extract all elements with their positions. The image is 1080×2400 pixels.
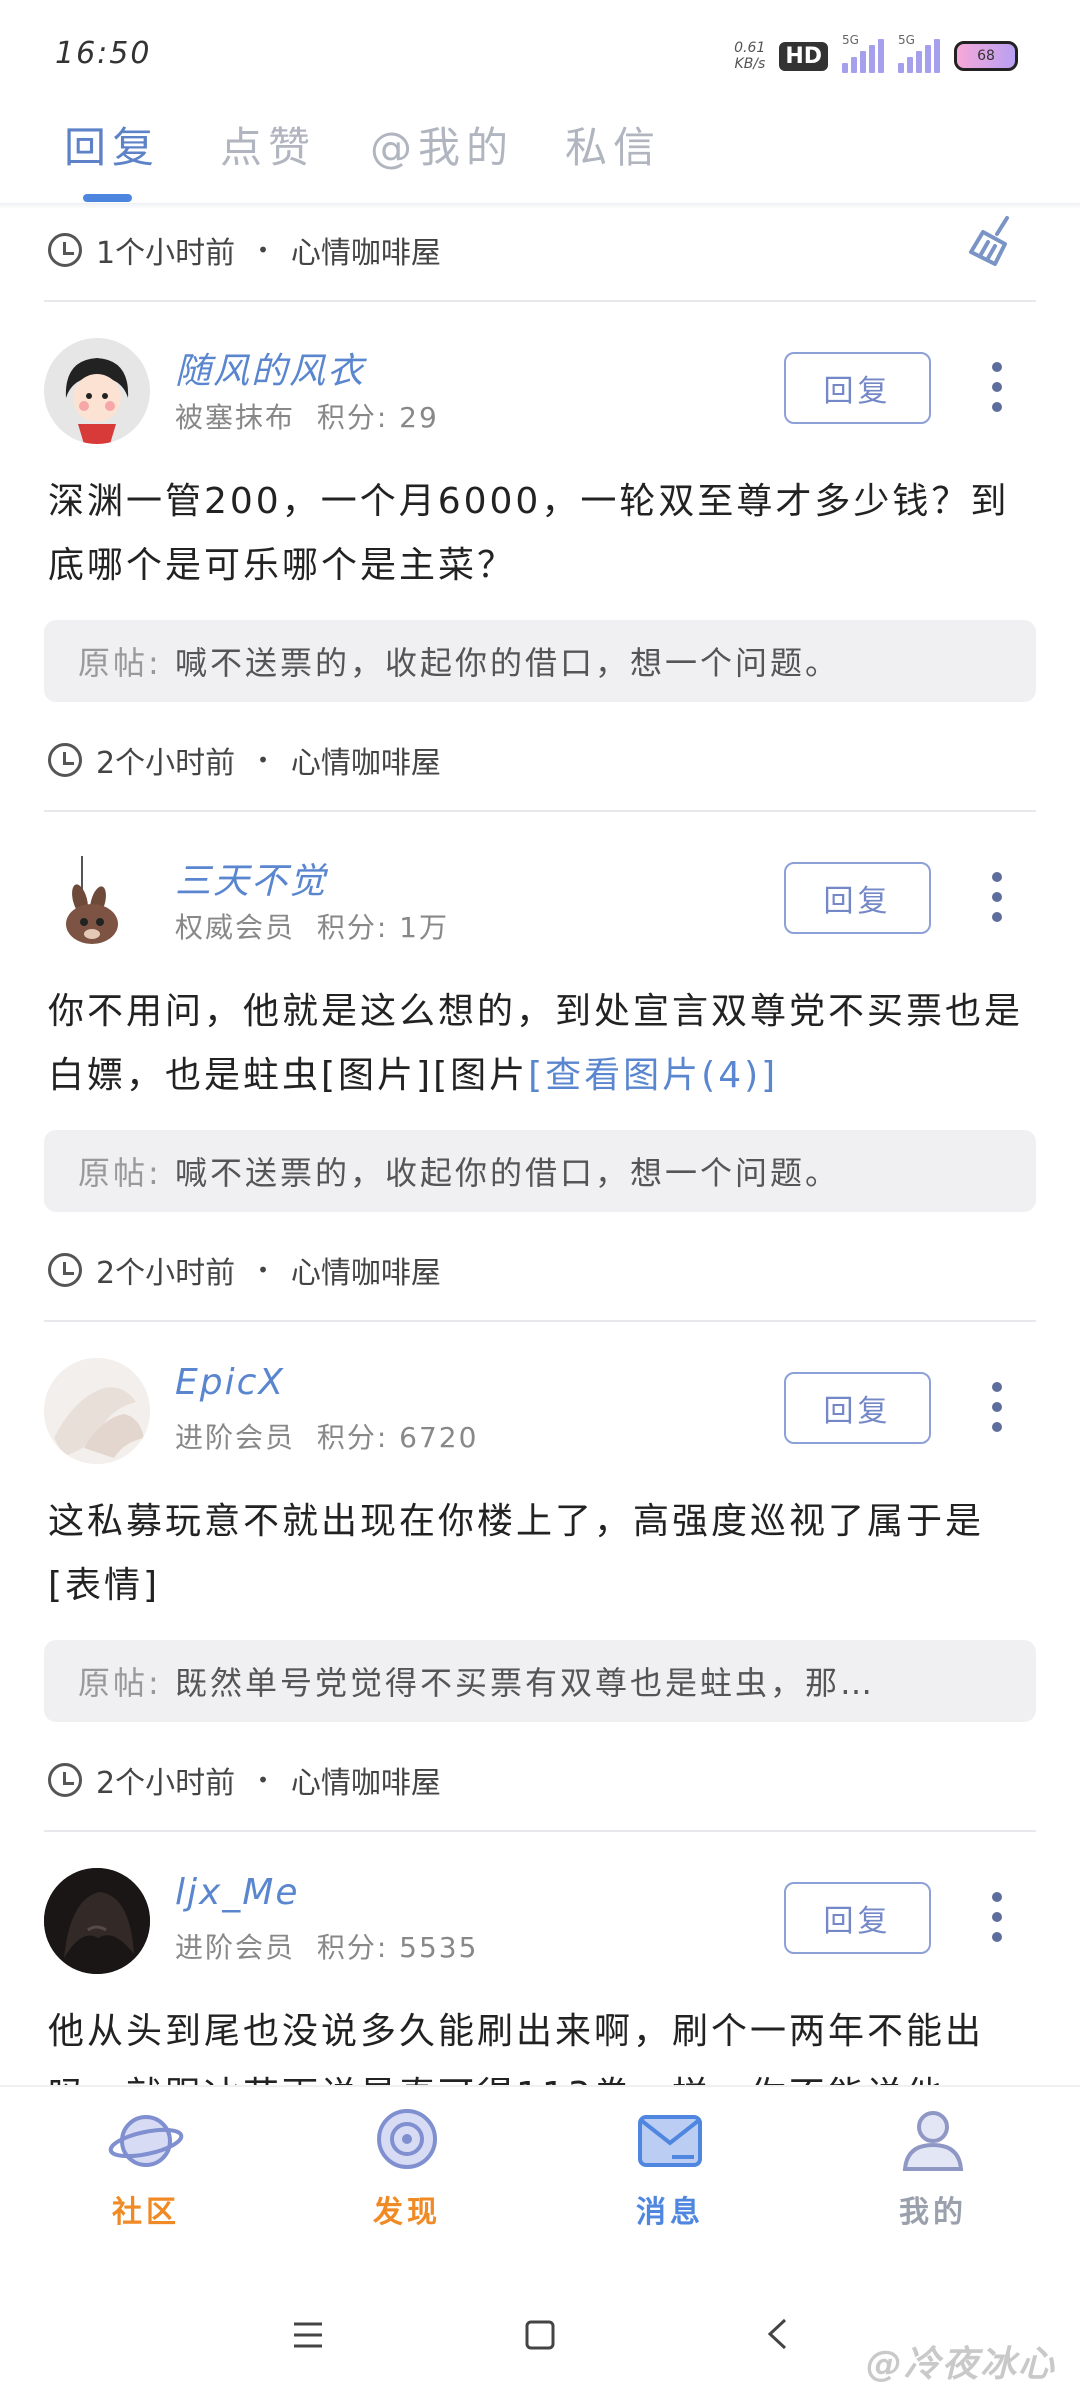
avatar[interactable] <box>44 848 150 954</box>
planet-icon <box>108 2115 184 2167</box>
divider <box>44 1830 1036 1832</box>
post-board[interactable]: 心情咖啡屋 <box>291 1758 441 1802</box>
reply-button[interactable]: 回复 <box>784 352 931 424</box>
reply-button[interactable]: 回复 <box>784 862 931 934</box>
user-rank: 进阶会员 积分: 5535 <box>175 1931 479 1964</box>
user-icon <box>902 2111 964 2171</box>
clock-time: 16:50 <box>55 36 152 71</box>
user-rank: 被塞抹布 积分: 29 <box>175 401 439 434</box>
clock-icon <box>48 743 82 777</box>
nav-messages[interactable]: 消息 <box>590 2107 750 2231</box>
reply-content[interactable]: 深渊一管200，一个月6000，一轮双至尊才多少钱？到底哪个是可乐哪个是主菜？ <box>48 470 1038 598</box>
clock-icon <box>48 233 82 267</box>
reply-button[interactable]: 回复 <box>784 1882 931 1954</box>
tab-private-message[interactable]: 私信 <box>565 114 661 175</box>
post-meta: 2个小时前 • 心情咖啡屋 <box>48 1245 441 1295</box>
post-time: 2个小时前 <box>96 1256 236 1291</box>
separator-dot: • <box>257 1258 269 1282</box>
avatar-image <box>44 1868 150 1974</box>
reply-content[interactable]: 他从头到尾也没说多久能刷出来啊，刷个一两年不能出吗，就跟冰花雨说是真可得113卷… <box>48 2000 1038 2085</box>
back-icon[interactable] <box>765 2317 789 2351</box>
divider <box>44 1320 1036 1322</box>
battery-level: 68 <box>977 48 995 64</box>
nav-label: 我的 <box>899 2195 967 2230</box>
post-board[interactable]: 心情咖啡屋 <box>291 228 441 272</box>
divider <box>44 810 1036 812</box>
username[interactable]: ljx_Me <box>175 1872 300 1913</box>
original-post-quote[interactable]: 原帖: 喊不送票的，收起你的借口，想一个问题。 <box>44 620 1036 702</box>
more-options-icon[interactable] <box>990 1382 1004 1432</box>
avatar[interactable] <box>44 1868 150 1974</box>
post-time: 2个小时前 <box>96 1766 236 1801</box>
post-meta: 2个小时前 • 心情咖啡屋 <box>48 1755 441 1805</box>
clock-icon <box>48 1253 82 1287</box>
original-post-quote[interactable]: 原帖: 喊不送票的，收起你的借口，想一个问题。 <box>44 1130 1036 1212</box>
status-bar: 16:50 0.61 KB/s HD 5G 5G 68 <box>0 0 1080 100</box>
tab-mentions[interactable]: @我的 <box>370 114 514 175</box>
tab-reply[interactable]: 回复 <box>64 114 160 175</box>
separator-dot: • <box>257 238 269 262</box>
nav-discover[interactable]: 发现 <box>327 2107 487 2231</box>
signal-icon: 5G <box>842 33 884 73</box>
avatar[interactable] <box>44 338 150 444</box>
watermark: @冷夜冰心 <box>865 2344 1056 2385</box>
user-rank: 进阶会员 积分: 6720 <box>175 1421 479 1454</box>
separator-dot: • <box>257 748 269 772</box>
home-icon[interactable] <box>524 2319 556 2351</box>
more-options-icon[interactable] <box>990 362 1004 412</box>
status-icons: 0.61 KB/s HD 5G 5G 68 <box>734 33 1018 78</box>
username[interactable]: 三天不觉 <box>175 852 327 904</box>
hd-voice-icon: HD <box>779 41 828 71</box>
net-speed: 0.61 KB/s <box>734 40 766 72</box>
avatar-image <box>44 338 150 444</box>
reply-content[interactable]: 你不用问，他就是这么想的，到处宣言双尊党不买票也是白嫖，也是蛀虫[图片][图片[… <box>48 980 1038 1108</box>
post-meta: 1个小时前 • 心情咖啡屋 <box>48 225 441 275</box>
battery-icon: 68 <box>954 41 1018 71</box>
nav-label: 社区 <box>112 2195 180 2230</box>
post-time: 2个小时前 <box>96 746 236 781</box>
clock-icon <box>48 1763 82 1797</box>
view-images-link[interactable]: [查看图片(4)] <box>528 1055 778 1096</box>
nav-community[interactable]: 社区 <box>66 2107 226 2231</box>
more-options-icon[interactable] <box>990 872 1004 922</box>
post-board[interactable]: 心情咖啡屋 <box>291 738 441 782</box>
reply-list[interactable]: 1个小时前 • 心情咖啡屋 随风的风衣 被塞抹布 积分: 29 回复 深渊一管2… <box>0 205 1080 2085</box>
signal-icon-2: 5G <box>898 33 940 73</box>
divider <box>44 300 1036 302</box>
reply-content[interactable]: 这私募玩意不就出现在你楼上了，高强度巡视了属于是[表情] <box>48 1490 1038 1618</box>
avatar-image <box>66 856 118 944</box>
nav-me[interactable]: 我的 <box>853 2107 1013 2231</box>
username[interactable]: 随风的风衣 <box>175 342 365 394</box>
nav-label: 消息 <box>636 2195 704 2230</box>
original-post-quote[interactable]: 原帖: 既然单号党觉得不买票有双尊也是蛀虫，那… <box>44 1640 1036 1722</box>
active-tab-indicator <box>83 194 132 202</box>
post-time: 1个小时前 <box>96 236 236 271</box>
mail-icon <box>638 2115 702 2167</box>
avatar-image <box>44 1358 150 1464</box>
tab-likes[interactable]: 点赞 <box>220 114 316 175</box>
nav-label: 发现 <box>373 2195 441 2230</box>
post-board[interactable]: 心情咖啡屋 <box>291 1248 441 1292</box>
bottom-navigation: 社区 发现 消息 我的 <box>0 2085 1080 2237</box>
separator-dot: • <box>257 1768 269 1792</box>
target-icon <box>377 2109 437 2169</box>
avatar[interactable] <box>44 1358 150 1464</box>
more-options-icon[interactable] <box>990 1892 1004 1942</box>
user-rank: 权威会员 积分: 1万 <box>175 911 449 944</box>
reply-button[interactable]: 回复 <box>784 1372 931 1444</box>
username[interactable]: EpicX <box>175 1362 285 1403</box>
message-tabs: 回复 点赞 @我的 私信 <box>0 100 1080 266</box>
post-meta: 2个小时前 • 心情咖啡屋 <box>48 735 441 785</box>
menu-icon[interactable] <box>292 2321 324 2349</box>
